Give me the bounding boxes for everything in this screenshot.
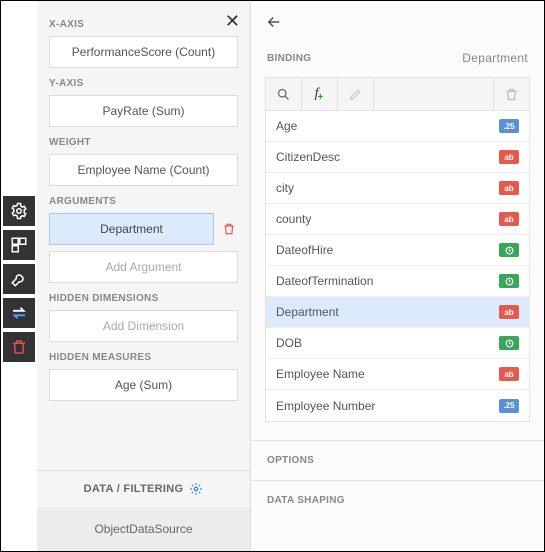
sidebar-rail — [1, 1, 37, 551]
search-icon[interactable] — [266, 78, 302, 110]
type-badge — [499, 274, 519, 288]
field-row[interactable]: Employee Name ab — [266, 359, 529, 390]
type-badge: ab — [499, 181, 519, 195]
layout-icon[interactable] — [3, 230, 35, 260]
field-name: county — [276, 212, 311, 226]
field-name: Department — [276, 305, 339, 319]
binding-pane: BINDING Department f+ Age .25 CitizenDesc a… — [251, 1, 544, 551]
add-dimension-slot[interactable]: Add Dimension — [49, 310, 238, 342]
weight-slot[interactable]: Employee Name (Count) — [49, 154, 238, 186]
type-badge: .25 — [499, 399, 519, 413]
field-row[interactable]: DateofTermination — [266, 266, 529, 297]
close-icon[interactable]: ✕ — [225, 11, 240, 32]
type-badge — [499, 243, 519, 257]
add-argument-slot[interactable]: Add Argument — [49, 251, 238, 283]
type-badge: .25 — [499, 119, 519, 133]
hidden-dimensions-label: HIDDEN DIMENSIONS — [49, 293, 238, 304]
field-name: DOB — [276, 336, 302, 350]
binding-current: Department — [462, 51, 528, 65]
field-name: city — [276, 181, 294, 195]
field-name: CitizenDesc — [276, 150, 340, 164]
type-badge: ab — [499, 305, 519, 319]
back-icon[interactable] — [265, 13, 283, 34]
field-list: Age .25 CitizenDesc ab city ab county ab DateofH… — [265, 111, 530, 422]
binding-title: BINDING — [267, 53, 311, 64]
type-badge: ab — [499, 150, 519, 164]
accordion-data-shaping[interactable]: DATA SHAPING — [251, 480, 544, 520]
xaxis-slot[interactable]: PerformanceScore (Count) — [49, 36, 238, 68]
remove-argument-icon[interactable] — [220, 222, 238, 236]
field-row[interactable]: CitizenDesc ab — [266, 142, 529, 173]
field-name: DateofHire — [276, 243, 333, 257]
trash-icon[interactable] — [3, 332, 35, 362]
field-row[interactable]: DateofHire — [266, 235, 529, 266]
field-row[interactable]: county ab — [266, 204, 529, 235]
field-row[interactable]: Employee Number .25 — [266, 390, 529, 421]
weight-label: WEIGHT — [49, 137, 238, 148]
xaxis-label: X-AXIS — [49, 19, 238, 30]
type-badge: ab — [499, 367, 519, 381]
hidden-measures-label: HIDDEN MEASURES — [49, 352, 238, 363]
accordion-options[interactable]: OPTIONS — [251, 440, 544, 480]
hidden-measure-slot[interactable]: Age (Sum) — [49, 369, 238, 401]
field-row[interactable]: Department ab — [266, 297, 529, 328]
field-row[interactable]: DOB — [266, 328, 529, 359]
binding-toolbar: f+ — [265, 77, 530, 111]
type-badge — [499, 336, 519, 350]
field-name: Age — [276, 119, 297, 133]
gear-icon[interactable] — [3, 196, 35, 226]
field-name: Employee Name — [276, 367, 365, 381]
field-name: DateofTermination — [276, 274, 373, 288]
field-row[interactable]: city ab — [266, 173, 529, 204]
arguments-label: ARGUMENTS — [49, 196, 238, 207]
config-pane: ✕ X-AXIS PerformanceScore (Count) Y-AXIS… — [37, 1, 251, 551]
delete-field-icon[interactable] — [493, 78, 529, 110]
wrench-icon[interactable] — [3, 264, 35, 294]
swap-icon[interactable] — [3, 298, 35, 328]
yaxis-label: Y-AXIS — [49, 78, 238, 89]
data-filtering-button[interactable]: DATA / FILTERING — [37, 471, 250, 507]
argument-slot[interactable]: Department — [49, 213, 214, 245]
add-calculated-field-icon[interactable]: f+ — [302, 78, 338, 110]
edit-icon — [338, 78, 374, 110]
field-row[interactable]: Age .25 — [266, 111, 529, 142]
yaxis-slot[interactable]: PayRate (Sum) — [49, 95, 238, 127]
type-badge: ab — [499, 212, 519, 226]
field-name: Employee Number — [276, 399, 375, 413]
datasource-button[interactable]: ObjectDataSource — [37, 507, 250, 551]
